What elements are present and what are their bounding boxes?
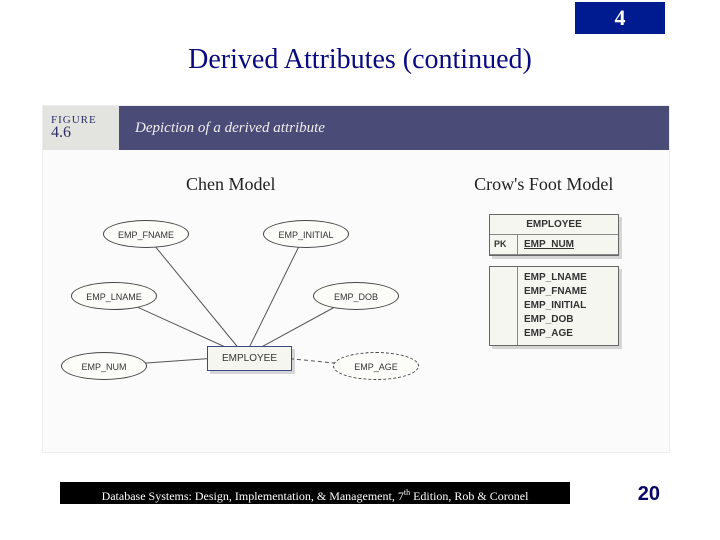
- crowsfoot-attr: EMP_FNAME: [524, 285, 612, 299]
- crowsfoot-diagram: EMPLOYEE PK EMP_NUM EMP_LNAME EMP_FNAME …: [489, 214, 619, 346]
- chen-model-heading: Chen Model: [43, 174, 419, 195]
- crowsfoot-model-heading: Crow's Foot Model: [419, 174, 669, 195]
- crowsfoot-attr: EMP_DOB: [524, 313, 612, 327]
- figure-container: FIGURE 4.6 Depiction of a derived attrib…: [42, 105, 670, 453]
- attr-oval-dob: EMP_DOB: [313, 282, 399, 310]
- footer-text-pre: Database Systems: Design, Implementation…: [102, 489, 404, 503]
- crowsfoot-attr: EMP_LNAME: [524, 271, 612, 285]
- footer-citation: Database Systems: Design, Implementation…: [60, 482, 570, 504]
- crowsfoot-pk-label: PK: [490, 235, 518, 254]
- attr-oval-age-derived: EMP_AGE: [333, 352, 419, 380]
- slide-title: Derived Attributes (continued): [0, 44, 720, 76]
- crowsfoot-attrs-spacer: [490, 267, 518, 345]
- chen-diagram: EMP_FNAME EMP_INITIAL EMP_LNAME EMP_DOB …: [55, 206, 435, 436]
- crowsfoot-attr: EMP_AGE: [524, 327, 612, 341]
- chapter-number-box: 4: [575, 2, 665, 34]
- model-headings: Chen Model Crow's Foot Model: [43, 174, 669, 195]
- crowsfoot-attrs-list: EMP_LNAME EMP_FNAME EMP_INITIAL EMP_DOB …: [518, 267, 618, 345]
- page-number: 20: [638, 483, 660, 506]
- attr-oval-fname: EMP_FNAME: [103, 220, 189, 248]
- attr-oval-initial: EMP_INITIAL: [263, 220, 349, 248]
- crowsfoot-entity-header-box: EMPLOYEE PK EMP_NUM: [489, 214, 619, 256]
- crowsfoot-entity-name: EMPLOYEE: [490, 215, 618, 235]
- attr-oval-num: EMP_NUM: [61, 352, 147, 380]
- figure-header: FIGURE 4.6 Depiction of a derived attrib…: [43, 106, 669, 150]
- figure-number-box: FIGURE 4.6: [43, 106, 119, 150]
- footer-text-post: Edition, Rob & Coronel: [410, 489, 528, 503]
- crowsfoot-pk-attr: EMP_NUM: [518, 235, 618, 254]
- chen-entity-box: EMPLOYEE: [207, 346, 292, 371]
- attr-oval-lname: EMP_LNAME: [71, 282, 157, 310]
- crowsfoot-attrs-box: EMP_LNAME EMP_FNAME EMP_INITIAL EMP_DOB …: [489, 266, 619, 346]
- crowsfoot-attr: EMP_INITIAL: [524, 299, 612, 313]
- crowsfoot-pk-row: PK EMP_NUM: [490, 235, 618, 255]
- figure-caption: Depiction of a derived attribute: [119, 106, 669, 150]
- figure-number: 4.6: [51, 124, 119, 142]
